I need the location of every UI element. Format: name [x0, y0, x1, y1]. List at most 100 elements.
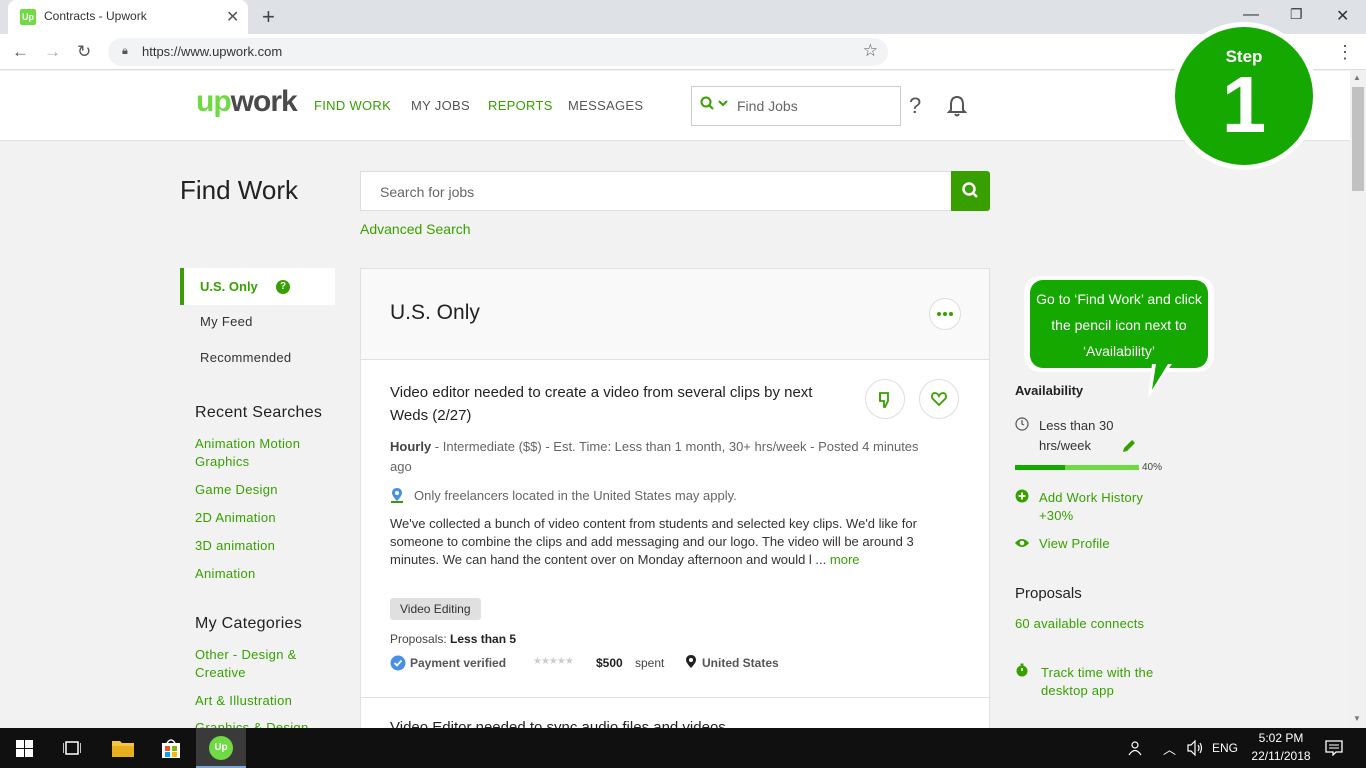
- recent-searches-heading: Recent Searches: [195, 404, 323, 421]
- available-connects-link[interactable]: 60 available connects: [1015, 616, 1144, 631]
- feed-my-feed[interactable]: My Feed: [200, 314, 253, 329]
- location-restriction-note: Only freelancers located in the United S…: [390, 488, 737, 503]
- job-title-link[interactable]: Video editor needed to create a video fr…: [390, 381, 850, 427]
- language-indicator[interactable]: ENG: [1212, 741, 1238, 755]
- location-note-text: Only freelancers located in the United S…: [414, 488, 737, 503]
- lock-icon: 🔒︎: [122, 45, 128, 57]
- windows-taskbar: Up ︿ ENG 5:02 PM 22/11/2018: [0, 728, 1366, 768]
- reload-icon[interactable]: ↻: [77, 42, 91, 62]
- people-icon[interactable]: [1127, 740, 1143, 756]
- search-dropdown-icon[interactable]: [700, 96, 730, 115]
- more-options-icon: [937, 312, 953, 316]
- browser-menu-icon[interactable]: ⋮: [1336, 42, 1354, 63]
- recent-search-link[interactable]: 3D animation: [195, 537, 275, 555]
- nav-messages[interactable]: MESSAGES: [568, 98, 643, 113]
- save-job-button[interactable]: [919, 379, 959, 419]
- job-divider: [361, 697, 989, 698]
- search-button[interactable]: [951, 171, 990, 211]
- job-type: Hourly: [390, 439, 432, 454]
- step-number: 1: [1221, 60, 1267, 149]
- instruction-callout: Go to ‘Find Work’ and click the pencil i…: [1024, 276, 1214, 372]
- back-icon[interactable]: ←: [12, 42, 29, 62]
- advanced-search-link[interactable]: Advanced Search: [360, 221, 471, 237]
- search-icon: [962, 182, 978, 198]
- feed-options-button[interactable]: [929, 298, 961, 330]
- new-tab-icon[interactable]: +: [262, 4, 275, 30]
- upwork-favicon-icon: Up: [20, 9, 36, 25]
- tab-title: Contracts - Upwork: [44, 9, 147, 23]
- logo-up: up: [196, 85, 232, 118]
- upwork-logo[interactable]: upwork: [196, 85, 298, 119]
- help-icon[interactable]: ?: [909, 93, 921, 119]
- scroll-up-icon[interactable]: ▲: [1353, 73, 1361, 82]
- feed-us-only[interactable]: U.S. Only ?: [180, 268, 335, 305]
- volume-icon[interactable]: [1187, 740, 1205, 756]
- job-feed-card: U.S. Only Video editor needed to create …: [360, 268, 990, 738]
- url-field[interactable]: 🔒︎ https://www.upwork.com ☆: [108, 38, 888, 66]
- site-header: upwork FIND WORK MY JOBS REPORTS MESSAGE…: [0, 71, 1350, 141]
- forward-icon[interactable]: →: [44, 42, 61, 62]
- file-explorer-icon[interactable]: [112, 738, 134, 758]
- clock-date[interactable]: 22/11/2018: [1248, 749, 1314, 763]
- my-categories-heading: My Categories: [195, 615, 303, 632]
- proposals-info: Proposals: Less than 5: [390, 632, 516, 646]
- add-work-history-link[interactable]: Add Work History +30%: [1039, 489, 1169, 525]
- nav-my-jobs[interactable]: MY JOBS: [411, 98, 470, 113]
- category-link[interactable]: Other - Design & Creative: [195, 646, 325, 682]
- close-window-icon[interactable]: ✕: [1336, 6, 1349, 26]
- scroll-down-icon[interactable]: ▼: [1353, 714, 1361, 723]
- thumbs-down-icon: [879, 392, 889, 408]
- scrollbar-thumb[interactable]: [1352, 87, 1364, 191]
- recent-search-link[interactable]: Animation: [195, 565, 256, 583]
- category-link[interactable]: Graphics & Design: [195, 720, 308, 728]
- windows-start-icon[interactable]: [16, 740, 33, 757]
- close-tab-icon[interactable]: ✕: [226, 7, 239, 27]
- address-bar: ← → ↻ 🔒︎ https://www.upwork.com ☆ ⋮: [0, 34, 1366, 70]
- bookmark-star-icon[interactable]: ☆: [863, 41, 878, 61]
- job-search-input[interactable]: Search for jobs: [360, 171, 952, 211]
- recent-search-link[interactable]: 2D Animation: [195, 509, 276, 527]
- rating-stars-icon: ★★★★★: [533, 656, 574, 667]
- find-jobs-placeholder: Find Jobs: [737, 98, 798, 114]
- dislike-job-button[interactable]: [865, 379, 905, 419]
- restore-icon[interactable]: ❐: [1290, 6, 1303, 23]
- upwork-app-icon: Up: [209, 736, 233, 760]
- notification-bell-icon[interactable]: [946, 95, 968, 122]
- store-icon[interactable]: [161, 737, 181, 759]
- task-view-icon[interactable]: [63, 740, 81, 756]
- action-center-icon[interactable]: [1325, 740, 1343, 756]
- pencil-edit-icon[interactable]: [1121, 438, 1137, 454]
- find-jobs-search-input[interactable]: Find Jobs: [691, 86, 901, 126]
- clock-time[interactable]: 5:02 PM: [1256, 731, 1306, 745]
- nav-reports[interactable]: REPORTS: [488, 98, 553, 113]
- eye-icon: [1015, 539, 1029, 547]
- progress-percent: 40%: [1142, 462, 1163, 473]
- proposals-label: Proposals:: [390, 632, 447, 646]
- track-time-link[interactable]: Track time with the desktop app: [1041, 664, 1171, 700]
- feed-title: U.S. Only: [390, 301, 480, 324]
- recent-search-link[interactable]: Animation Motion Graphics: [195, 435, 335, 471]
- callout-tail: [1148, 364, 1172, 398]
- tray-chevron-icon[interactable]: ︿: [1163, 739, 1176, 758]
- availability-heading: Availability: [1015, 383, 1084, 398]
- upwork-taskbar-app[interactable]: Up: [196, 728, 246, 768]
- page-title: Find Work: [180, 175, 298, 205]
- nav-find-work[interactable]: FIND WORK: [314, 98, 391, 113]
- browser-tab[interactable]: Up Contracts - Upwork ✕: [8, 0, 248, 34]
- skill-tag[interactable]: Video Editing: [390, 598, 481, 620]
- browser-tab-bar: Up Contracts - Upwork ✕ + — ❐ ✕: [0, 0, 1366, 34]
- recent-search-link[interactable]: Game Design: [195, 481, 278, 499]
- category-link[interactable]: Art & Illustration: [195, 692, 292, 710]
- plus-circle-icon: [1015, 489, 1029, 503]
- map-marker-icon: [686, 655, 696, 668]
- availability-value: Less than 30 hrs/week: [1039, 418, 1114, 453]
- help-circle-icon[interactable]: ?: [276, 280, 290, 294]
- feed-recommended[interactable]: Recommended: [200, 350, 291, 365]
- url-text: https://www.upwork.com: [142, 44, 283, 59]
- profile-progress-bar: [1015, 465, 1139, 470]
- progress-fill: [1015, 465, 1065, 470]
- verified-badge-icon: [390, 655, 406, 671]
- more-link[interactable]: more: [830, 552, 860, 567]
- view-profile-link[interactable]: View Profile: [1039, 535, 1110, 553]
- feed-us-only-label: U.S. Only: [200, 279, 258, 294]
